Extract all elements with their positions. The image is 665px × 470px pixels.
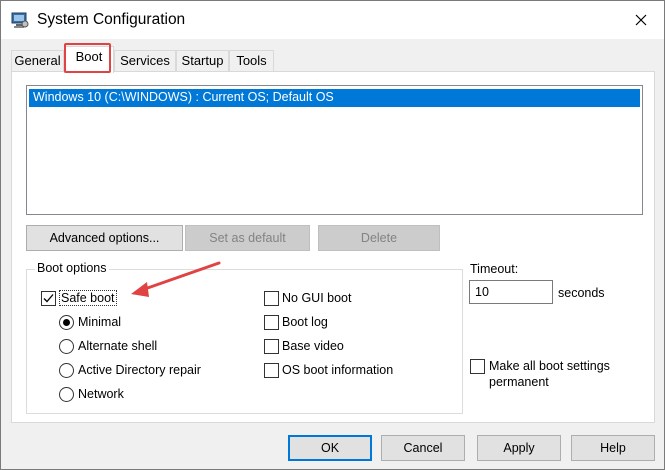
- minimal-radio[interactable]: Minimal: [59, 314, 121, 330]
- make-permanent-line2: permanent: [489, 375, 549, 389]
- tab-startup[interactable]: Startup: [176, 50, 229, 72]
- base-video-label: Base video: [282, 339, 344, 353]
- title-bar: System Configuration: [1, 1, 664, 39]
- close-button[interactable]: [618, 1, 664, 39]
- base-video-check-box[interactable]: [264, 338, 279, 354]
- boot-panel: Windows 10 (C:\WINDOWS) : Current OS; De…: [11, 71, 655, 423]
- network-label: Network: [78, 387, 124, 401]
- boot-log-checkbox[interactable]: Boot log: [264, 314, 328, 330]
- base-video-checkbox[interactable]: Base video: [264, 338, 344, 354]
- tab-services[interactable]: Services: [114, 50, 176, 72]
- help-button[interactable]: Help: [571, 435, 655, 461]
- tab-tools[interactable]: Tools: [229, 50, 274, 72]
- delete-button[interactable]: Delete: [318, 225, 440, 251]
- safe-boot-label: Safe boot: [59, 290, 117, 306]
- alternate-shell-label: Alternate shell: [78, 339, 158, 353]
- ok-button[interactable]: OK: [288, 435, 372, 461]
- make-permanent-label: Make all boot settings permanent: [489, 358, 610, 390]
- os-boot-information-label: OS boot information: [282, 363, 394, 377]
- tab-general[interactable]: General: [11, 50, 64, 72]
- minimal-radio-circle[interactable]: [59, 314, 74, 330]
- safe-boot-check-box[interactable]: [41, 290, 56, 306]
- set-as-default-button[interactable]: Set as default: [185, 225, 310, 251]
- make-permanent-checkbox[interactable]: Make all boot settings permanent: [470, 358, 640, 390]
- apply-button[interactable]: Apply: [477, 435, 561, 461]
- timeout-label: Timeout:: [470, 262, 519, 276]
- os-boot-information-checkbox[interactable]: OS boot information: [264, 362, 393, 378]
- system-config-icon: [11, 12, 29, 28]
- make-permanent-check-box[interactable]: [470, 359, 485, 374]
- tab-boot[interactable]: Boot: [64, 46, 114, 73]
- active-directory-repair-radio[interactable]: Active Directory repair: [59, 362, 201, 378]
- network-radio[interactable]: Network: [59, 386, 124, 402]
- active-directory-repair-label: Active Directory repair: [78, 363, 201, 377]
- timeout-input[interactable]: [469, 280, 553, 304]
- boot-options-legend: Boot options: [35, 261, 109, 275]
- window-title: System Configuration: [37, 11, 186, 28]
- close-icon: [635, 14, 647, 26]
- boot-options-group: Boot options Safe boot Minimal Alternate…: [26, 261, 463, 414]
- no-gui-boot-checkbox[interactable]: No GUI boot: [264, 290, 351, 306]
- cancel-button[interactable]: Cancel: [381, 435, 465, 461]
- active-directory-repair-radio-circle[interactable]: [59, 362, 74, 378]
- minimal-label: Minimal: [78, 315, 122, 329]
- boot-os-list[interactable]: Windows 10 (C:\WINDOWS) : Current OS; De…: [26, 85, 643, 215]
- alternate-shell-radio[interactable]: Alternate shell: [59, 338, 157, 354]
- alternate-shell-radio-circle[interactable]: [59, 338, 74, 354]
- network-radio-circle[interactable]: [59, 386, 74, 402]
- make-permanent-line1: Make all boot settings: [489, 359, 610, 373]
- boot-log-label: Boot log: [282, 315, 328, 329]
- safe-boot-checkbox[interactable]: Safe boot: [41, 290, 117, 306]
- checkmark-icon: [43, 293, 54, 302]
- os-list-item[interactable]: Windows 10 (C:\WINDOWS) : Current OS; De…: [29, 89, 640, 107]
- system-configuration-window: System Configuration General Boot Servic…: [0, 0, 665, 470]
- no-gui-boot-check-box[interactable]: [264, 290, 279, 306]
- os-boot-information-check-box[interactable]: [264, 362, 279, 378]
- advanced-options-button[interactable]: Advanced options...: [26, 225, 183, 251]
- seconds-label: seconds: [558, 286, 605, 300]
- boot-log-check-box[interactable]: [264, 314, 279, 330]
- no-gui-boot-label: No GUI boot: [282, 291, 352, 305]
